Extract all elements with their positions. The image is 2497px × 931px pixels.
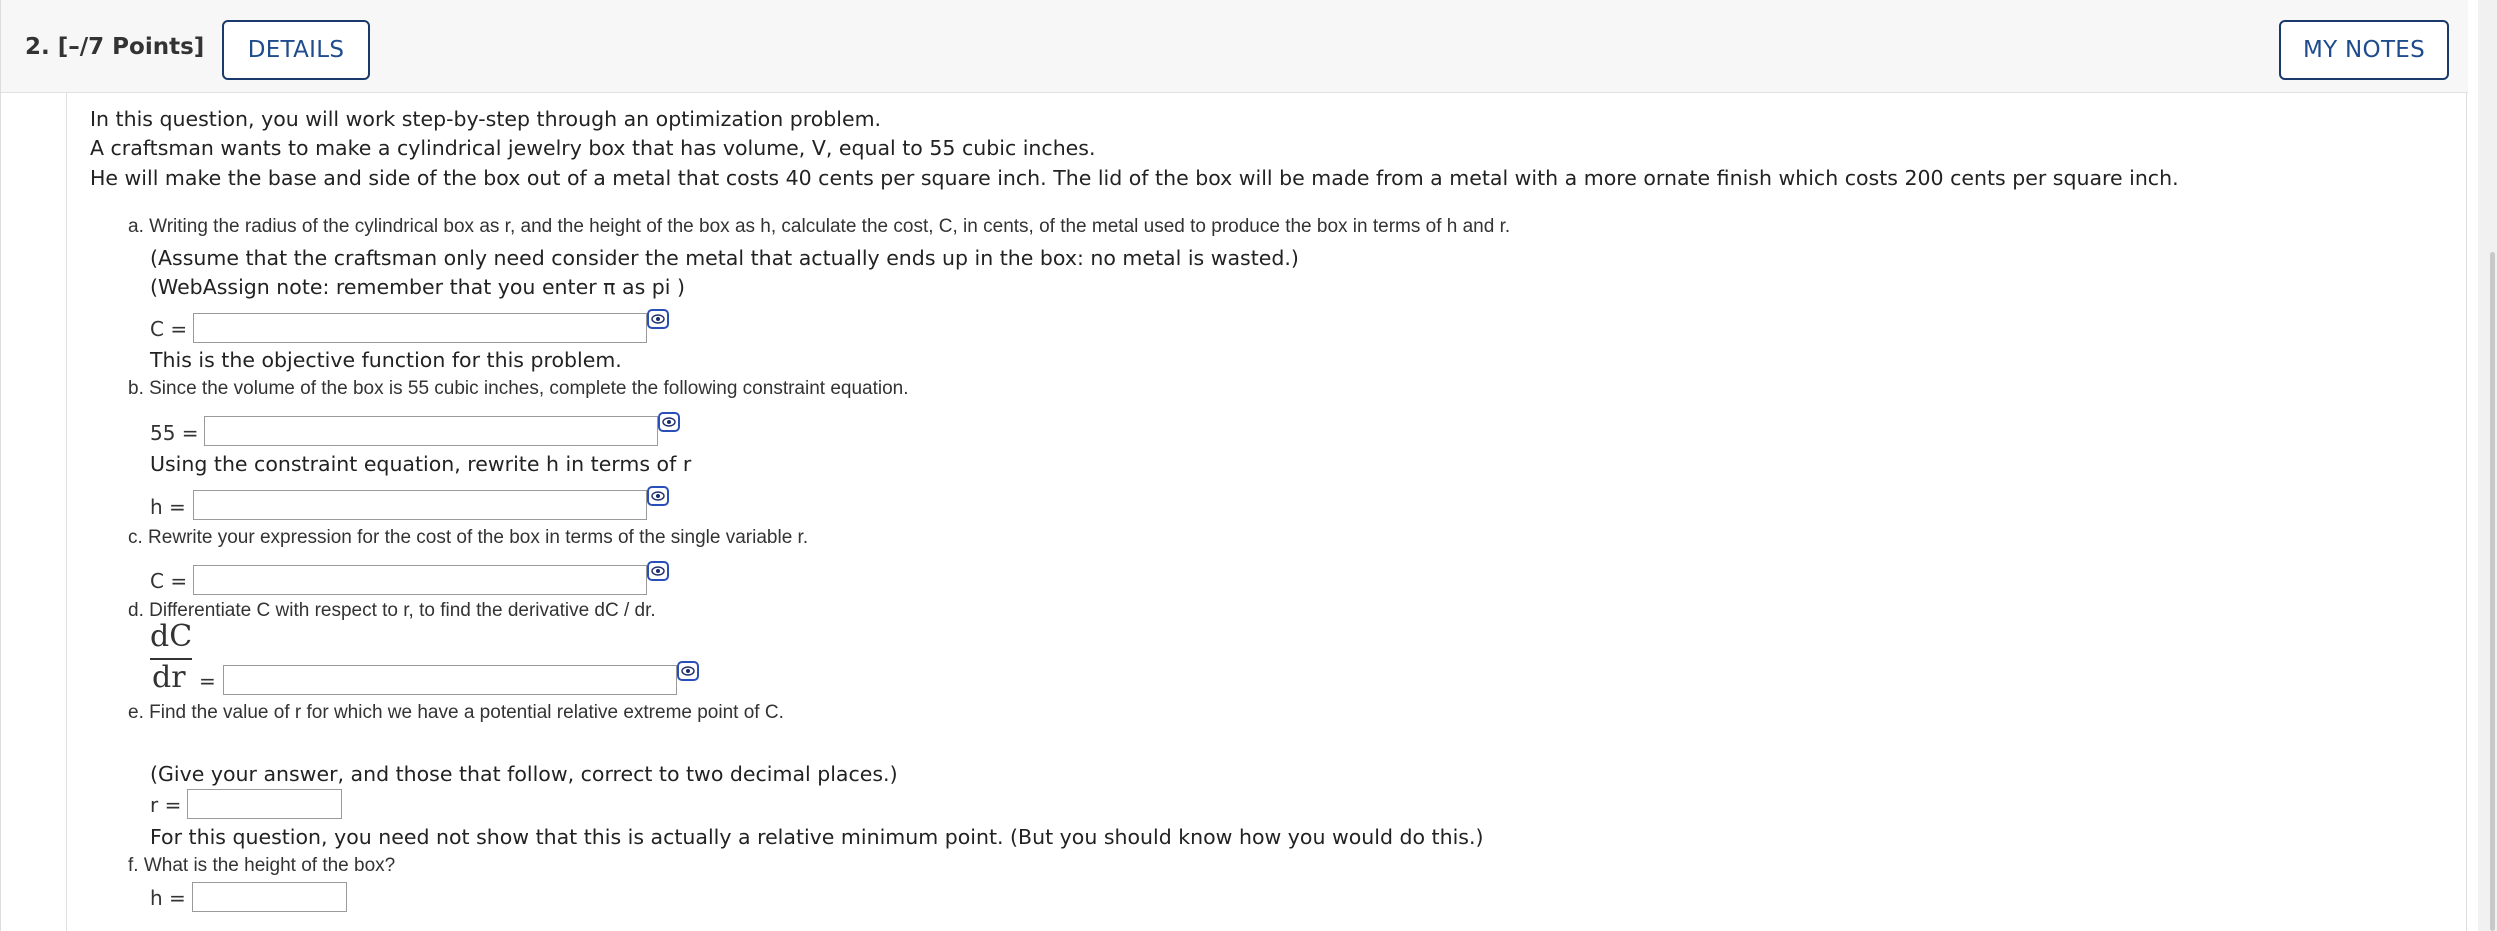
part-c-label: C = [150,569,188,593]
height-input[interactable] [192,882,347,912]
intro-line-1: In this question, you will work step-by-… [90,107,882,131]
details-button[interactable]: DETAILS [222,20,370,80]
part-e-note: (Give your answer, and those that follow… [150,762,898,786]
part-f-prompt: f. What is the height of the box? [128,855,396,876]
part-a-prompt: a. Writing the radius of the cylindrical… [128,216,1511,237]
part-e-after: For this question, you need not show tha… [150,825,1484,849]
question-label: 2. [–/7 Points] [25,34,205,60]
my-notes-button[interactable]: MY NOTES [2279,20,2449,80]
cost-in-r-input[interactable] [193,565,647,595]
preview-eye-icon[interactable] [647,561,669,581]
height-in-r-input[interactable] [193,490,647,520]
fraction-numerator: dC [150,619,193,654]
part-a-note-1: (Assume that the craftsman only need con… [150,246,1299,270]
part-a-label: C = [150,317,188,341]
radius-input[interactable] [187,789,342,819]
part-d-prompt: d. Differentiate C with respect to r, to… [128,600,656,621]
part-c-prompt: c. Rewrite your expression for the cost … [128,527,809,548]
part-b-label: 55 = [150,421,199,445]
part-b-mid: Using the constraint equation, rewrite h… [150,452,692,476]
preview-eye-icon[interactable] [658,412,680,432]
question-header: 2. [–/7 Points] DETAILS MY NOTES [1,0,2468,93]
part-a-note-2: (WebAssign note: remember that you enter… [150,275,685,299]
derivative-input[interactable] [223,665,677,695]
cost-input-a[interactable] [193,313,647,343]
preview-eye-icon[interactable] [677,661,699,681]
scrollbar-thumb[interactable] [2490,252,2495,931]
fraction-denominator: dr [152,660,186,695]
part-e-prompt: e. Find the value of r for which we have… [128,702,784,723]
preview-eye-icon[interactable] [647,309,669,329]
preview-eye-icon[interactable] [647,486,669,506]
intro-line-3: He will make the base and side of the bo… [90,166,2179,190]
question-panel: 2. [–/7 Points] DETAILS MY NOTES In this… [0,0,2468,931]
derivative-equals: = [199,669,216,693]
part-b-label-2: h = [150,495,186,519]
constraint-input[interactable] [204,416,658,446]
part-f-label: h = [150,886,186,910]
part-e-label: r = [150,793,182,817]
part-a-after: This is the objective function for this … [150,348,622,372]
part-b-prompt: b. Since the volume of the box is 55 cub… [128,378,909,399]
intro-line-2: A craftsman wants to make a cylindrical … [90,136,1096,160]
